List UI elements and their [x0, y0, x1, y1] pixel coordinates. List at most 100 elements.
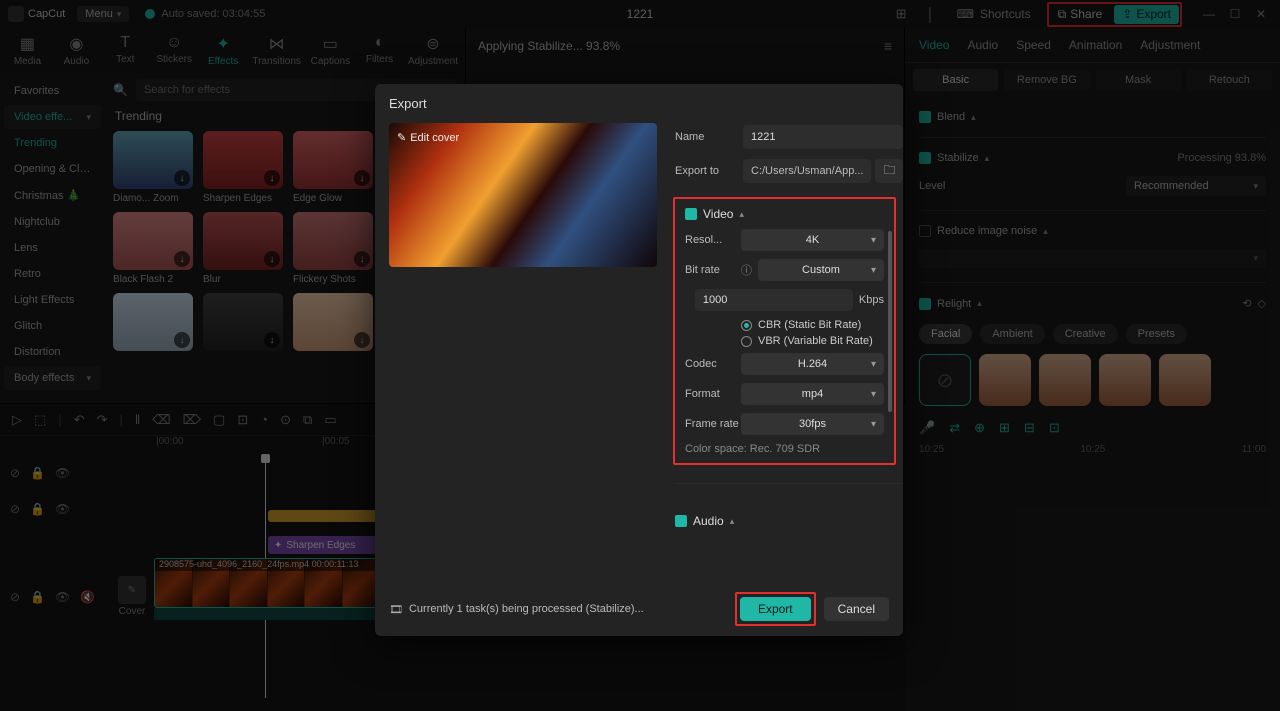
tab-stickers[interactable]: ☺Stickers: [155, 34, 194, 67]
cat-light[interactable]: Light Effects: [4, 288, 101, 312]
browse-folder-button[interactable]: 🗀: [875, 159, 903, 183]
face-none[interactable]: ⊘: [919, 354, 971, 406]
ptab-video[interactable]: Video: [919, 38, 949, 52]
mirror-icon[interactable]: ▭: [324, 412, 336, 428]
video-section-header[interactable]: Video ▴: [685, 207, 884, 221]
level-dropdown[interactable]: Recommended▾: [1126, 176, 1266, 196]
checkbox-icon[interactable]: [919, 111, 931, 123]
link-icon[interactable]: ⊘: [10, 590, 20, 604]
vbr-radio[interactable]: VBR (Variable Bit Rate): [741, 335, 884, 347]
cat-distortion[interactable]: Distortion: [4, 340, 101, 364]
ptab-animation[interactable]: Animation: [1069, 38, 1122, 52]
tool-icon[interactable]: ⇄: [949, 420, 960, 436]
shortcuts-button[interactable]: ⌨ Shortcuts: [949, 5, 1039, 23]
download-icon[interactable]: ↓: [174, 170, 190, 186]
left-icon[interactable]: ⌫: [152, 412, 170, 428]
reverse-icon[interactable]: ⊙: [280, 412, 291, 428]
face-preset[interactable]: [1159, 354, 1211, 406]
speed-icon[interactable]: ◔: [260, 412, 268, 427]
undo-icon[interactable]: ↶: [74, 412, 85, 428]
subtab-retouch[interactable]: Retouch: [1187, 69, 1272, 91]
download-icon[interactable]: ↓: [264, 251, 280, 267]
tool-icon[interactable]: ⊞: [999, 420, 1010, 436]
tab-text[interactable]: TText: [106, 34, 145, 67]
face-preset[interactable]: [1039, 354, 1091, 406]
ptab-speed[interactable]: Speed: [1016, 38, 1051, 52]
relight-row[interactable]: Relight▴ ⟲◇: [919, 291, 1266, 316]
export-button-top[interactable]: ⇪ Export: [1114, 5, 1179, 24]
resolution-select[interactable]: 4K: [741, 229, 884, 251]
cover-button[interactable]: ✎ Cover: [116, 576, 148, 617]
bitrate-select[interactable]: Custom: [758, 259, 884, 281]
tab-transitions[interactable]: ⋈Transitions: [253, 34, 301, 67]
cat-glitch[interactable]: Glitch: [4, 314, 101, 338]
tool-icon[interactable]: ⊟: [1024, 420, 1035, 436]
mic-icon[interactable]: 🎤: [919, 420, 935, 436]
bitrate-input[interactable]: [695, 289, 853, 311]
eye-icon[interactable]: 👁: [55, 590, 70, 604]
tool-icon[interactable]: ⊡: [1049, 420, 1060, 436]
share-button[interactable]: ⧉ Share: [1050, 5, 1111, 24]
face-preset[interactable]: [1099, 354, 1151, 406]
tab-adjustment[interactable]: ⊜Adjustment: [409, 34, 457, 67]
subtab-removebg[interactable]: Remove BG: [1004, 69, 1089, 91]
tab-media[interactable]: ▦Media: [8, 34, 47, 67]
effect-item[interactable]: ↓Black Flash 2: [113, 212, 193, 285]
effect-item[interactable]: ↓: [113, 293, 193, 355]
lock-icon[interactable]: 🔒: [30, 590, 45, 604]
stabilize-row[interactable]: Stabilize▴ Processing 93.8%: [919, 146, 1266, 170]
effect-item[interactable]: ↓Sharpen Edges: [203, 131, 283, 204]
download-icon[interactable]: ↓: [354, 251, 370, 267]
cat-body-effects[interactable]: Body effects▾: [4, 366, 101, 390]
export-confirm-button[interactable]: Export: [740, 597, 811, 621]
download-icon[interactable]: ↓: [174, 251, 190, 267]
download-icon[interactable]: ↓: [354, 170, 370, 186]
checkbox-icon[interactable]: [919, 225, 931, 237]
split-icon[interactable]: ‖: [135, 412, 140, 427]
maximize-button[interactable]: ☐: [1224, 4, 1246, 24]
effect-item[interactable]: ↓Flickery Shots: [293, 212, 373, 285]
link-icon[interactable]: ⊘: [10, 502, 20, 516]
lock-icon[interactable]: 🔒: [30, 502, 45, 516]
reset-icon[interactable]: ⟲: [1242, 297, 1251, 310]
effect-item[interactable]: ↓Edge Glow: [293, 131, 373, 204]
cat-retro[interactable]: Retro: [4, 262, 101, 286]
format-select[interactable]: mp4: [741, 383, 884, 405]
section-scrollbar[interactable]: [888, 231, 892, 441]
subtab-mask[interactable]: Mask: [1096, 69, 1181, 91]
cat-nightclub[interactable]: Nightclub: [4, 210, 101, 234]
effect-item[interactable]: ↓: [203, 293, 283, 355]
lock-icon[interactable]: 🔒: [30, 466, 45, 480]
panel-menu-icon[interactable]: ≡: [884, 38, 892, 54]
reduce-noise-row[interactable]: Reduce image noise▴: [919, 219, 1266, 243]
cat-favorites[interactable]: Favorites: [4, 79, 101, 103]
close-button[interactable]: ✕: [1250, 4, 1272, 24]
pointer-icon[interactable]: ▷: [12, 412, 22, 428]
link-icon[interactable]: ⊘: [10, 466, 20, 480]
checkbox-icon[interactable]: [919, 298, 931, 310]
select-icon[interactable]: ⬚: [34, 412, 46, 428]
eye-icon[interactable]: 👁: [55, 466, 70, 480]
cat-trending[interactable]: Trending: [4, 131, 101, 155]
pill-creative[interactable]: Creative: [1053, 324, 1118, 344]
download-icon[interactable]: ↓: [174, 332, 190, 348]
ptab-audio[interactable]: Audio: [967, 38, 998, 52]
ptab-adjustment[interactable]: Adjustment: [1140, 38, 1200, 52]
right-icon[interactable]: ⌦: [183, 412, 201, 428]
checkbox-icon[interactable]: [675, 515, 687, 527]
cancel-button[interactable]: Cancel: [824, 597, 889, 621]
subtab-basic[interactable]: Basic: [913, 69, 998, 91]
edit-cover-button[interactable]: ✎ Edit cover: [397, 131, 459, 144]
cat-video-effects[interactable]: Video effe...▾: [4, 105, 101, 129]
info-icon[interactable]: ⓘ: [741, 262, 752, 278]
effect-item[interactable]: ↓: [293, 293, 373, 355]
mute-icon[interactable]: 🔇: [80, 590, 95, 604]
tab-captions[interactable]: ▭Captions: [311, 34, 350, 67]
tab-effects[interactable]: ✦Effects: [204, 34, 243, 67]
menu-button[interactable]: Menu▾: [77, 6, 129, 22]
cat-christmas[interactable]: Christmas 🎄: [4, 183, 101, 208]
noise-dropdown[interactable]: ▾: [919, 249, 1266, 268]
codec-select[interactable]: H.264: [741, 353, 884, 375]
cbr-radio[interactable]: CBR (Static Bit Rate): [741, 319, 884, 331]
effect-item[interactable]: ↓Blur: [203, 212, 283, 285]
